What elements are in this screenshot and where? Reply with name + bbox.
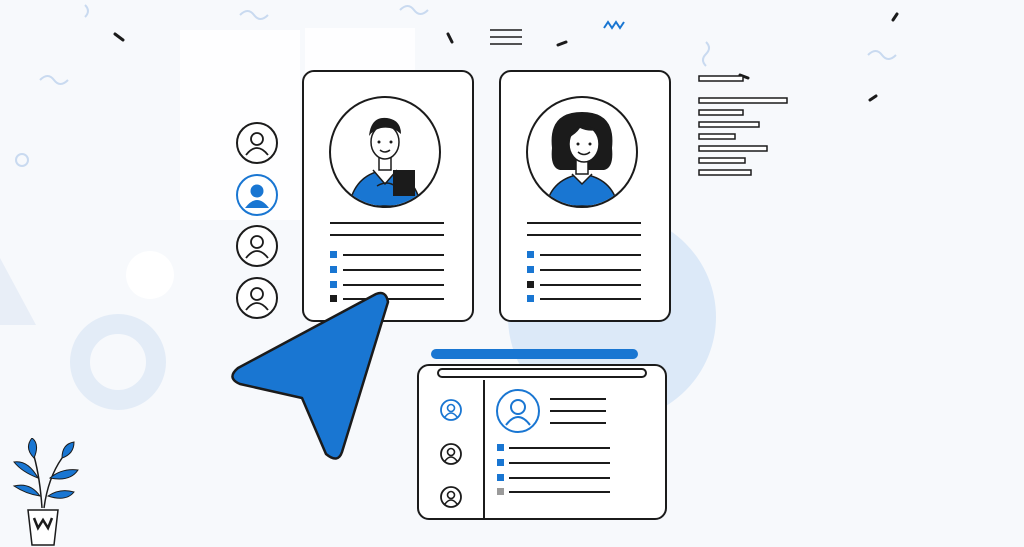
profile-photo-woman — [526, 96, 638, 208]
user-avatar-icon[interactable] — [439, 442, 463, 466]
confetti — [446, 32, 454, 44]
bullet-grey — [497, 488, 504, 495]
panel-header-bar — [437, 368, 647, 378]
card-line — [527, 234, 641, 236]
bullet-blue — [527, 251, 534, 258]
panel-line — [509, 447, 610, 449]
confetti — [891, 12, 899, 22]
profile-large-avatar-icon — [496, 389, 540, 433]
cursor-pointer-icon — [231, 291, 390, 460]
zigzag-decoration — [603, 20, 625, 30]
bullet-blue — [527, 266, 534, 273]
bullet-blue — [330, 281, 337, 288]
profile-photo-man — [329, 96, 441, 208]
card-line — [540, 254, 641, 256]
confetti — [113, 32, 125, 42]
profile-card-man[interactable] — [302, 70, 474, 322]
bullet-blue — [497, 474, 504, 481]
panel-line — [550, 398, 606, 400]
profile-card-woman[interactable] — [499, 70, 671, 322]
bullet-blue — [527, 295, 534, 302]
bullet-blue — [497, 444, 504, 451]
user-avatar-icon[interactable] — [439, 485, 463, 509]
profile-detail-panel[interactable] — [417, 364, 667, 520]
squiggle — [84, 4, 89, 18]
bg-white-dot — [126, 251, 174, 299]
side-avatar-2-selected[interactable] — [236, 174, 278, 216]
bullet-black — [527, 281, 534, 288]
side-avatar-1[interactable] — [236, 122, 278, 164]
card-line — [330, 234, 444, 236]
squiggle — [702, 41, 710, 67]
bullet-blue — [330, 266, 337, 273]
card-line — [343, 254, 444, 256]
user-avatar-icon — [245, 235, 269, 259]
panel-line — [550, 422, 606, 424]
panel-line — [509, 477, 610, 479]
bullet-blue — [330, 251, 337, 258]
card-line — [343, 284, 444, 286]
bg-triangle — [0, 258, 36, 325]
squiggle — [399, 5, 429, 15]
bullet-blue — [497, 459, 504, 466]
card-line — [540, 298, 641, 300]
card-line — [527, 222, 641, 224]
woman-portrait-icon — [545, 112, 619, 206]
user-avatar-icon — [245, 132, 269, 156]
bar-list-decoration — [698, 75, 788, 176]
potted-plant-icon — [12, 438, 79, 546]
panel-line — [509, 462, 610, 464]
man-portrait-icon — [348, 117, 422, 206]
hamburger-lines-icon — [490, 29, 522, 45]
side-avatar-3[interactable] — [236, 225, 278, 267]
bg-ring — [70, 314, 166, 410]
squiggle — [239, 10, 269, 20]
card-line — [540, 269, 641, 271]
panel-line — [550, 410, 606, 412]
card-line — [330, 222, 444, 224]
progress-bar — [431, 349, 638, 359]
card-line — [540, 284, 641, 286]
illustration-stage — [0, 0, 1024, 547]
selected-user-avatar-icon — [245, 184, 269, 208]
card-line — [343, 269, 444, 271]
panel-divider — [483, 380, 485, 518]
squiggle — [39, 75, 69, 85]
selected-user-avatar-icon[interactable] — [439, 398, 463, 422]
bg-small-ring — [15, 153, 29, 167]
confetti — [556, 40, 568, 47]
confetti — [868, 94, 878, 102]
panel-line — [509, 491, 610, 493]
squiggle — [867, 50, 897, 60]
